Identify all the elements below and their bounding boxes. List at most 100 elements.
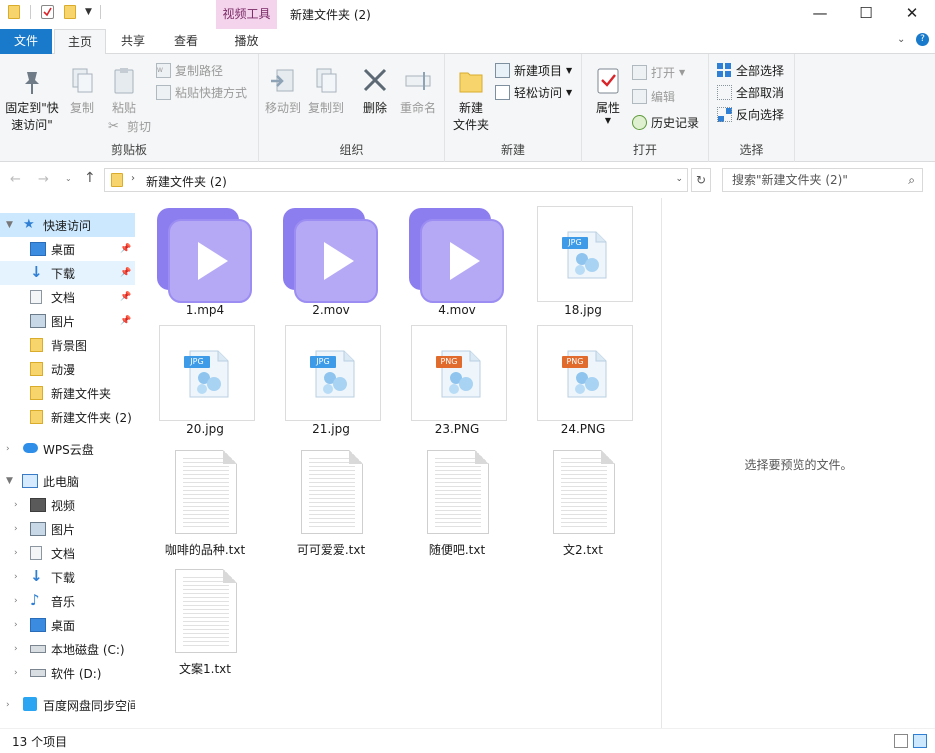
baidu-cloud-icon <box>23 697 37 711</box>
nav-item[interactable]: › 文档 <box>0 541 135 565</box>
expand-chevron-icon[interactable]: ▼ <box>6 476 13 486</box>
file-item[interactable]: 随便吧.txt <box>405 450 509 565</box>
new-item-button[interactable]: 新建项目 ▼ <box>495 62 572 79</box>
file-item[interactable]: 咖啡的品种.txt <box>153 450 257 565</box>
copy-to-button[interactable]: 复制到 <box>305 66 347 117</box>
copy-button[interactable]: 复制 <box>62 66 102 117</box>
nav-baidu-sync[interactable]: › 百度网盘同步空间 <box>0 693 135 717</box>
tab-share[interactable]: 共享 <box>108 29 158 54</box>
nav-wps-cloud[interactable]: › WPS云盘 <box>0 437 135 461</box>
edit-button[interactable]: 编辑 <box>632 88 675 105</box>
new-folder-icon[interactable] <box>64 5 76 19</box>
nav-item[interactable]: › 软件 (D:) <box>0 661 135 685</box>
paste-button[interactable]: 粘贴 <box>104 66 144 117</box>
nav-item[interactable]: 新建文件夹 <box>0 381 135 405</box>
collapse-ribbon-icon[interactable]: ⌄ <box>897 34 905 45</box>
expand-chevron-icon[interactable]: › <box>14 596 18 606</box>
expand-chevron-icon[interactable]: ▼ <box>6 220 13 230</box>
nav-item[interactable]: 新建文件夹 (2) <box>0 405 135 429</box>
nav-item[interactable]: 桌面 📌 <box>0 237 135 261</box>
properties-button[interactable]: 属性 ▼ <box>588 66 628 125</box>
minimize-button[interactable]: — <box>797 0 843 29</box>
file-item[interactable]: 可可爱爱.txt <box>279 450 383 565</box>
nav-item[interactable]: 文档 📌 <box>0 285 135 309</box>
file-item[interactable]: 4.mov <box>405 206 509 321</box>
image-thumbnail: PNG <box>411 325 507 421</box>
file-item[interactable]: JPG 20.jpg <box>153 325 257 440</box>
pin-icon[interactable]: 📌 <box>120 316 131 326</box>
nav-item[interactable]: 动漫 <box>0 357 135 381</box>
file-item[interactable]: 1.mp4 <box>153 206 257 321</box>
nav-quick-access[interactable]: ▼ ★ 快速访问 <box>0 213 135 237</box>
close-button[interactable]: ✕ <box>889 0 935 29</box>
open-button[interactable]: 打开 ▼ <box>632 64 685 81</box>
select-none-button[interactable]: 全部取消 <box>717 84 784 101</box>
nav-scrollbar[interactable] <box>135 198 143 728</box>
nav-item[interactable]: › 视频 <box>0 493 135 517</box>
expand-chevron-icon[interactable]: › <box>14 500 18 510</box>
chevron-down-icon[interactable]: ▼ <box>85 7 92 17</box>
recent-locations-icon[interactable]: ⌄ <box>65 174 72 183</box>
expand-chevron-icon[interactable]: › <box>14 668 18 678</box>
file-item[interactable]: 文案1.txt <box>153 569 257 684</box>
back-icon[interactable]: ← <box>10 172 21 187</box>
easy-access-button[interactable]: 轻松访问 ▼ <box>495 84 572 101</box>
pin-icon[interactable]: 📌 <box>120 268 131 278</box>
expand-chevron-icon[interactable]: › <box>6 700 10 710</box>
cut-button[interactable]: ✂ 剪切 <box>108 118 151 135</box>
rename-button[interactable]: 重命名 <box>397 66 439 117</box>
maximize-button[interactable]: ☐ <box>843 0 889 29</box>
expand-chevron-icon[interactable]: › <box>14 572 18 582</box>
nav-item[interactable]: ↓ 下载 📌 <box>0 261 135 285</box>
file-item[interactable]: 文2.txt <box>531 450 635 565</box>
expand-chevron-icon[interactable]: › <box>14 524 18 534</box>
delete-button[interactable]: 删除 <box>355 66 395 117</box>
refresh-icon[interactable]: ↻ <box>691 168 711 192</box>
nav-item[interactable]: › 图片 <box>0 517 135 541</box>
paste-shortcut-button[interactable]: 粘贴快捷方式 <box>156 84 247 101</box>
forward-icon[interactable]: → <box>38 172 49 187</box>
pin-quick-access-button[interactable]: 固定到"快 速访问" <box>4 66 60 134</box>
tab-view[interactable]: 查看 <box>160 29 212 54</box>
help-icon[interactable]: ? <box>916 33 929 46</box>
expand-chevron-icon[interactable]: › <box>14 548 18 558</box>
expand-chevron-icon[interactable]: › <box>6 444 10 454</box>
nav-item[interactable]: 背景图 <box>0 333 135 357</box>
expand-chevron-icon[interactable]: › <box>14 644 18 654</box>
copy-icon <box>68 66 96 96</box>
pin-icon[interactable]: 📌 <box>120 292 131 302</box>
search-icon[interactable]: ⌕ <box>908 169 915 191</box>
file-item[interactable]: PNG 23.PNG <box>405 325 509 440</box>
nav-item[interactable]: 图片 📌 <box>0 309 135 333</box>
properties-icon[interactable] <box>41 5 54 19</box>
move-to-button[interactable]: 移动到 <box>262 66 304 117</box>
breadcrumb-chevron-icon[interactable]: › <box>131 173 135 184</box>
large-icons-view-icon[interactable] <box>913 734 927 748</box>
file-item[interactable]: JPG 18.jpg <box>531 206 635 321</box>
nav-item[interactable]: › ♪ 音乐 <box>0 589 135 613</box>
details-view-icon[interactable] <box>894 734 908 748</box>
copy-path-button[interactable]: W 复制路径 <box>156 62 223 79</box>
pin-icon[interactable]: 📌 <box>120 244 131 254</box>
breadcrumb-current[interactable]: 新建文件夹 (2) <box>146 173 227 190</box>
nav-item[interactable]: › 桌面 <box>0 613 135 637</box>
up-icon[interactable]: ↑ <box>84 170 96 186</box>
history-button[interactable]: 历史记录 <box>632 114 699 131</box>
invert-selection-button[interactable]: 反向选择 <box>717 106 784 123</box>
nav-this-pc[interactable]: ▼ 此电脑 <box>0 469 135 493</box>
file-item[interactable]: 2.mov <box>279 206 383 321</box>
select-all-button[interactable]: 全部选择 <box>717 62 784 79</box>
nav-item[interactable]: › 本地磁盘 (C:) <box>0 637 135 661</box>
nav-item[interactable]: › ↓ 下载 <box>0 565 135 589</box>
expand-chevron-icon[interactable]: › <box>14 620 18 630</box>
file-item[interactable]: JPG 21.jpg <box>279 325 383 440</box>
edit-icon <box>632 89 647 104</box>
new-folder-button[interactable]: 新建 文件夹 <box>449 66 493 134</box>
file-item[interactable]: PNG 24.PNG <box>531 325 635 440</box>
address-dropdown-icon[interactable]: ⌄ <box>675 174 683 184</box>
address-bar[interactable]: › 新建文件夹 (2) ⌄ <box>104 168 688 192</box>
search-input[interactable]: 搜索"新建文件夹 (2)" ⌕ <box>722 168 923 192</box>
tab-play[interactable]: 播放 <box>216 29 277 54</box>
tab-home[interactable]: 主页 <box>54 29 106 55</box>
tab-file[interactable]: 文件 <box>0 29 52 54</box>
